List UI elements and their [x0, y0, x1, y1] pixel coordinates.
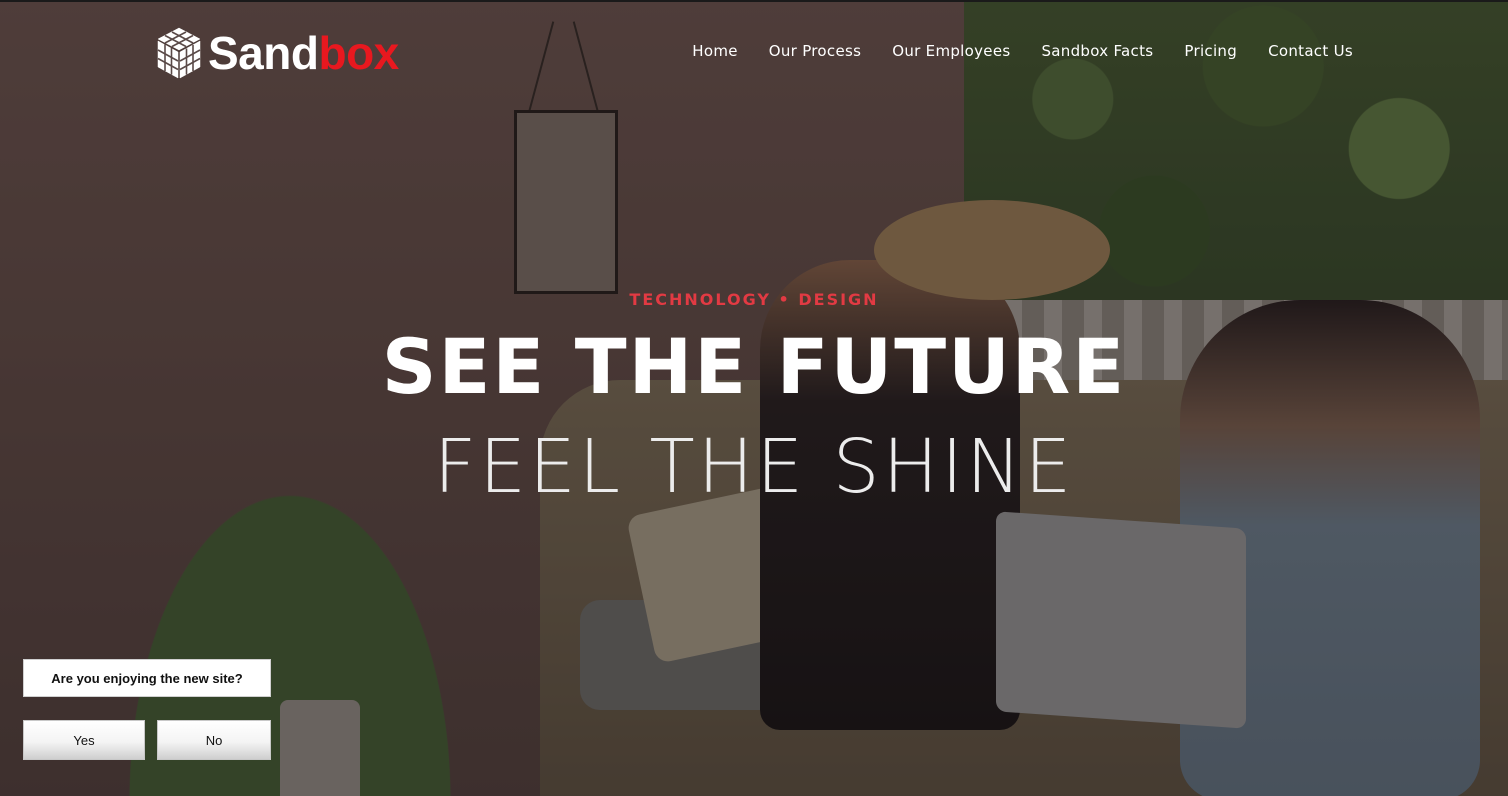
nav-item-home[interactable]: Home [692, 42, 738, 60]
cube-icon [157, 27, 201, 79]
nav-item-pricing[interactable]: Pricing [1184, 42, 1237, 60]
nav-item-our-process[interactable]: Our Process [769, 42, 861, 60]
hero-section: Sandbox Home Our Process Our Employees S… [0, 0, 1508, 796]
logo-text-part1: Sand [208, 27, 319, 79]
logo-wordmark: Sandbox [208, 30, 399, 76]
nav-item-sandbox-facts[interactable]: Sandbox Facts [1041, 42, 1153, 60]
site-logo[interactable]: Sandbox [154, 24, 399, 82]
survey-no-button[interactable]: No [157, 720, 271, 760]
top-border [0, 0, 1508, 2]
hero-headline: SEE THE FUTURE [381, 322, 1127, 411]
main-nav: Home Our Process Our Employees Sandbox F… [692, 42, 1353, 60]
hero-subheadline: FEEL THE SHINE [433, 424, 1075, 510]
hero-eyebrow: TECHNOLOGY • DESIGN [629, 290, 879, 309]
nav-item-contact-us[interactable]: Contact Us [1268, 42, 1353, 60]
survey-yes-button[interactable]: Yes [23, 720, 145, 760]
survey-question: Are you enjoying the new site? [23, 659, 271, 697]
logo-text-part2: box [318, 27, 399, 79]
nav-item-our-employees[interactable]: Our Employees [892, 42, 1010, 60]
